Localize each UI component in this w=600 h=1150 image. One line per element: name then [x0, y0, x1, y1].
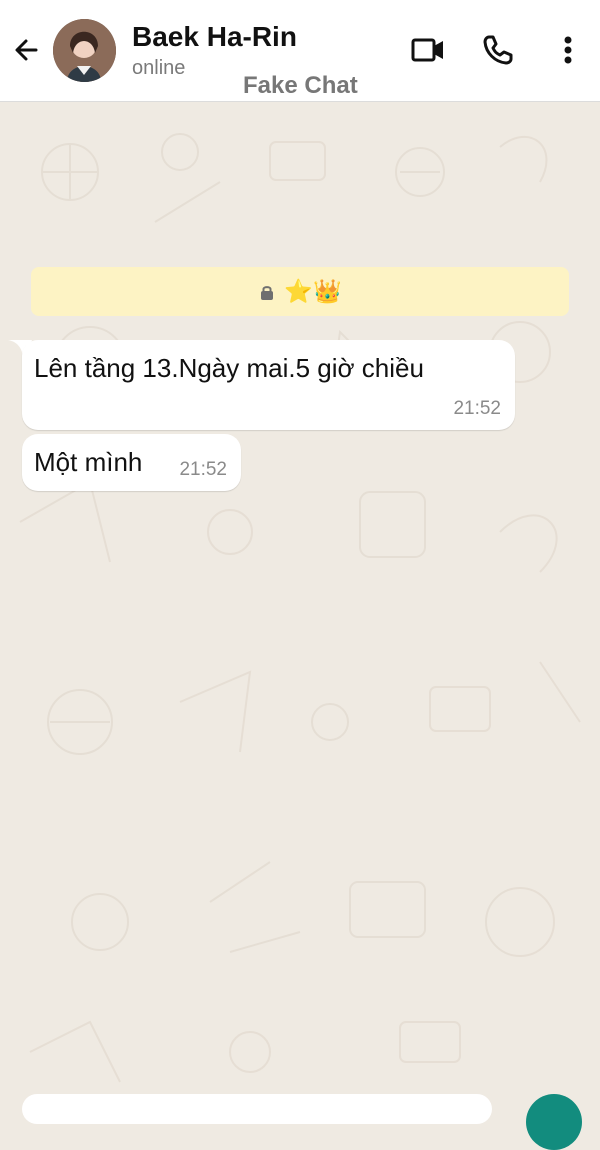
chat-wallpaper [19, 133, 581, 1083]
message-text: Lên tầng 13.Ngày mai.5 giờ chiều [34, 353, 424, 383]
message-bubble[interactable]: Lên tầng 13.Ngày mai.5 giờ chiều 21:52 [22, 340, 515, 430]
contact-name: Baek Ha-Rin [132, 21, 297, 52]
contact-status: online [132, 57, 186, 79]
message-text: Một mình [34, 447, 143, 477]
message-time: 21:52 [453, 398, 501, 419]
message-bubble[interactable]: Một mình 21:52 [22, 434, 241, 491]
fake-chat-watermark: Fake Chat [243, 72, 358, 99]
encryption-notice[interactable]: ⭐👑 [31, 267, 569, 316]
avatar[interactable] [53, 19, 116, 82]
chat-header: Baek Ha-Rin online Fake Chat [0, 0, 600, 102]
lock-icon [261, 285, 274, 300]
phone-icon[interactable] [480, 32, 516, 68]
video-call-icon[interactable] [410, 32, 446, 68]
back-arrow-icon[interactable] [10, 33, 44, 67]
encryption-emoji: ⭐👑 [284, 278, 342, 304]
message-input[interactable] [22, 1094, 492, 1124]
send-button[interactable] [526, 1094, 582, 1150]
chat-area: ⭐👑 Lên tầng 13.Ngày mai.5 giờ chiều 21:5… [0, 102, 600, 1102]
more-vertical-icon[interactable] [550, 32, 586, 68]
message-time: 21:52 [179, 459, 227, 480]
